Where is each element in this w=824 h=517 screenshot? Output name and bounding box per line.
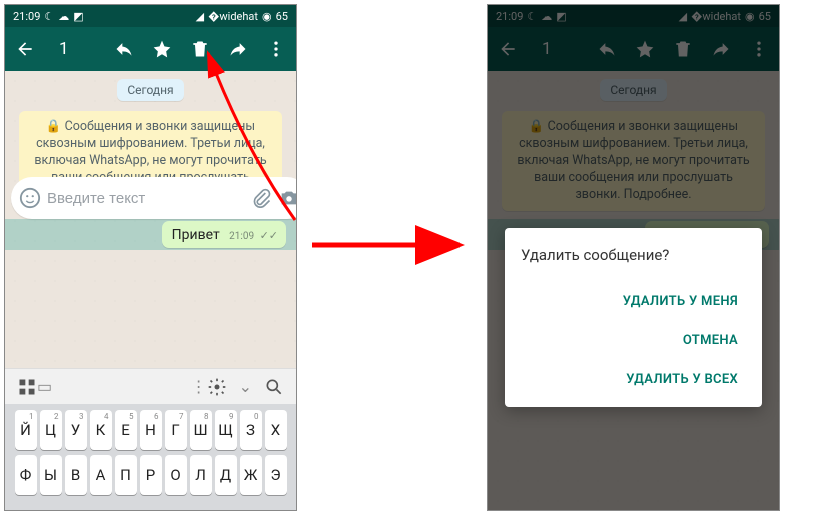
status-time: 21:09 (13, 10, 40, 23)
key[interactable]: Ы (40, 455, 62, 495)
more-icon[interactable] (266, 39, 286, 59)
key[interactable]: П (115, 455, 137, 495)
key[interactable]: Д (215, 455, 237, 495)
keyboard: Й1Ц2У3К4Е5Н6Г7Ш8Щ9З0Х ФЫВАПРОЛДЖЭ (5, 404, 296, 510)
search-icon[interactable] (264, 377, 284, 397)
key[interactable]: О (165, 455, 187, 495)
key[interactable]: Ц2 (40, 410, 62, 450)
key[interactable]: В (65, 455, 87, 495)
keyboard-toolbar: ▭ ⋮ ⌄ (5, 368, 296, 404)
key[interactable]: Н6 (140, 410, 162, 450)
reply-icon[interactable] (114, 39, 134, 59)
gear-icon[interactable] (207, 377, 227, 397)
kb-settings-divider: ⋮ (191, 377, 207, 396)
signal-icon: ◢ (196, 10, 204, 23)
delete-for-me-button[interactable]: УДАЛИТЬ У МЕНЯ (521, 282, 746, 321)
selection-count: 1 (59, 39, 69, 59)
phone-left: 21:09 ☾ ☁ ◩ ◢ �widehat ◉ 65 1 Сегодня 🔒 … (4, 4, 297, 511)
key[interactable]: Х (265, 410, 287, 450)
message-bubble: Привет 21:09 ✓✓ (162, 221, 286, 248)
delete-dialog: Удалить сообщение? УДАЛИТЬ У МЕНЯ ОТМЕНА… (505, 228, 762, 407)
key[interactable]: К4 (90, 410, 112, 450)
key[interactable]: Л (190, 455, 212, 495)
battery-icon: ◉ (262, 10, 272, 23)
message-time: 21:09 (229, 231, 254, 242)
battery-pct: 65 (276, 10, 288, 23)
forward-icon[interactable] (228, 39, 248, 59)
keyboard-row-2: ФЫВАПРОЛДЖЭ (8, 455, 293, 495)
key[interactable]: Ш8 (190, 410, 212, 450)
key[interactable]: Ф (15, 455, 37, 495)
kb-clipboard-icon[interactable]: ▭ (37, 377, 52, 396)
app-indicator-icon: ◩ (73, 10, 83, 23)
phone-right: 21:09 ☾ ☁ ◩ ◢ �widehat ◉ 65 1 Сегодня 🔒 … (487, 4, 780, 511)
key[interactable]: Ж (240, 455, 262, 495)
dialog-title: Удалить сообщение? (521, 246, 746, 264)
key[interactable]: Р (140, 455, 162, 495)
annotation-arrow-transition (310, 225, 475, 265)
cloud-icon: ☁ (58, 10, 69, 23)
back-arrow-icon[interactable] (15, 39, 35, 59)
keyboard-row-1: Й1Ц2У3К4Е5Н6Г7Ш8Щ9З0Х (8, 410, 293, 450)
moon-icon: ☾ (44, 10, 54, 23)
input-bar (11, 177, 290, 219)
key[interactable]: Щ9 (215, 410, 237, 450)
date-pill: Сегодня (5, 71, 296, 107)
message-input-box[interactable] (11, 177, 297, 219)
key[interactable]: Г7 (165, 410, 187, 450)
delete-for-everyone-button[interactable]: УДАЛИТЬ У ВСЕХ (521, 360, 746, 399)
status-bar: 21:09 ☾ ☁ ◩ ◢ �widehat ◉ 65 (5, 5, 296, 27)
trash-icon[interactable] (190, 39, 210, 59)
key[interactable]: А (90, 455, 112, 495)
kb-chevron-icon[interactable]: ⌄ (239, 377, 252, 396)
key[interactable]: Е5 (115, 410, 137, 450)
message-text: Привет (172, 227, 220, 243)
key[interactable]: Й1 (15, 410, 37, 450)
attach-icon[interactable] (252, 188, 272, 208)
ticks-icon: ✓✓ (260, 229, 278, 242)
selection-toolbar: 1 (5, 27, 296, 71)
key[interactable]: З0 (240, 410, 262, 450)
wifi-icon: �widehat (208, 10, 258, 23)
key[interactable]: Э (265, 455, 287, 495)
key[interactable]: У3 (65, 410, 87, 450)
cancel-button[interactable]: ОТМЕНА (521, 321, 746, 360)
camera-icon[interactable] (278, 187, 297, 209)
message-row-selected[interactable]: Привет 21:09 ✓✓ (5, 219, 296, 250)
message-input[interactable] (47, 190, 246, 207)
star-icon[interactable] (152, 39, 172, 59)
grid-icon[interactable] (17, 377, 37, 397)
emoji-icon[interactable] (19, 187, 41, 209)
chat-area: Сегодня 🔒 Сообщения и звонки защищены ск… (5, 71, 296, 365)
